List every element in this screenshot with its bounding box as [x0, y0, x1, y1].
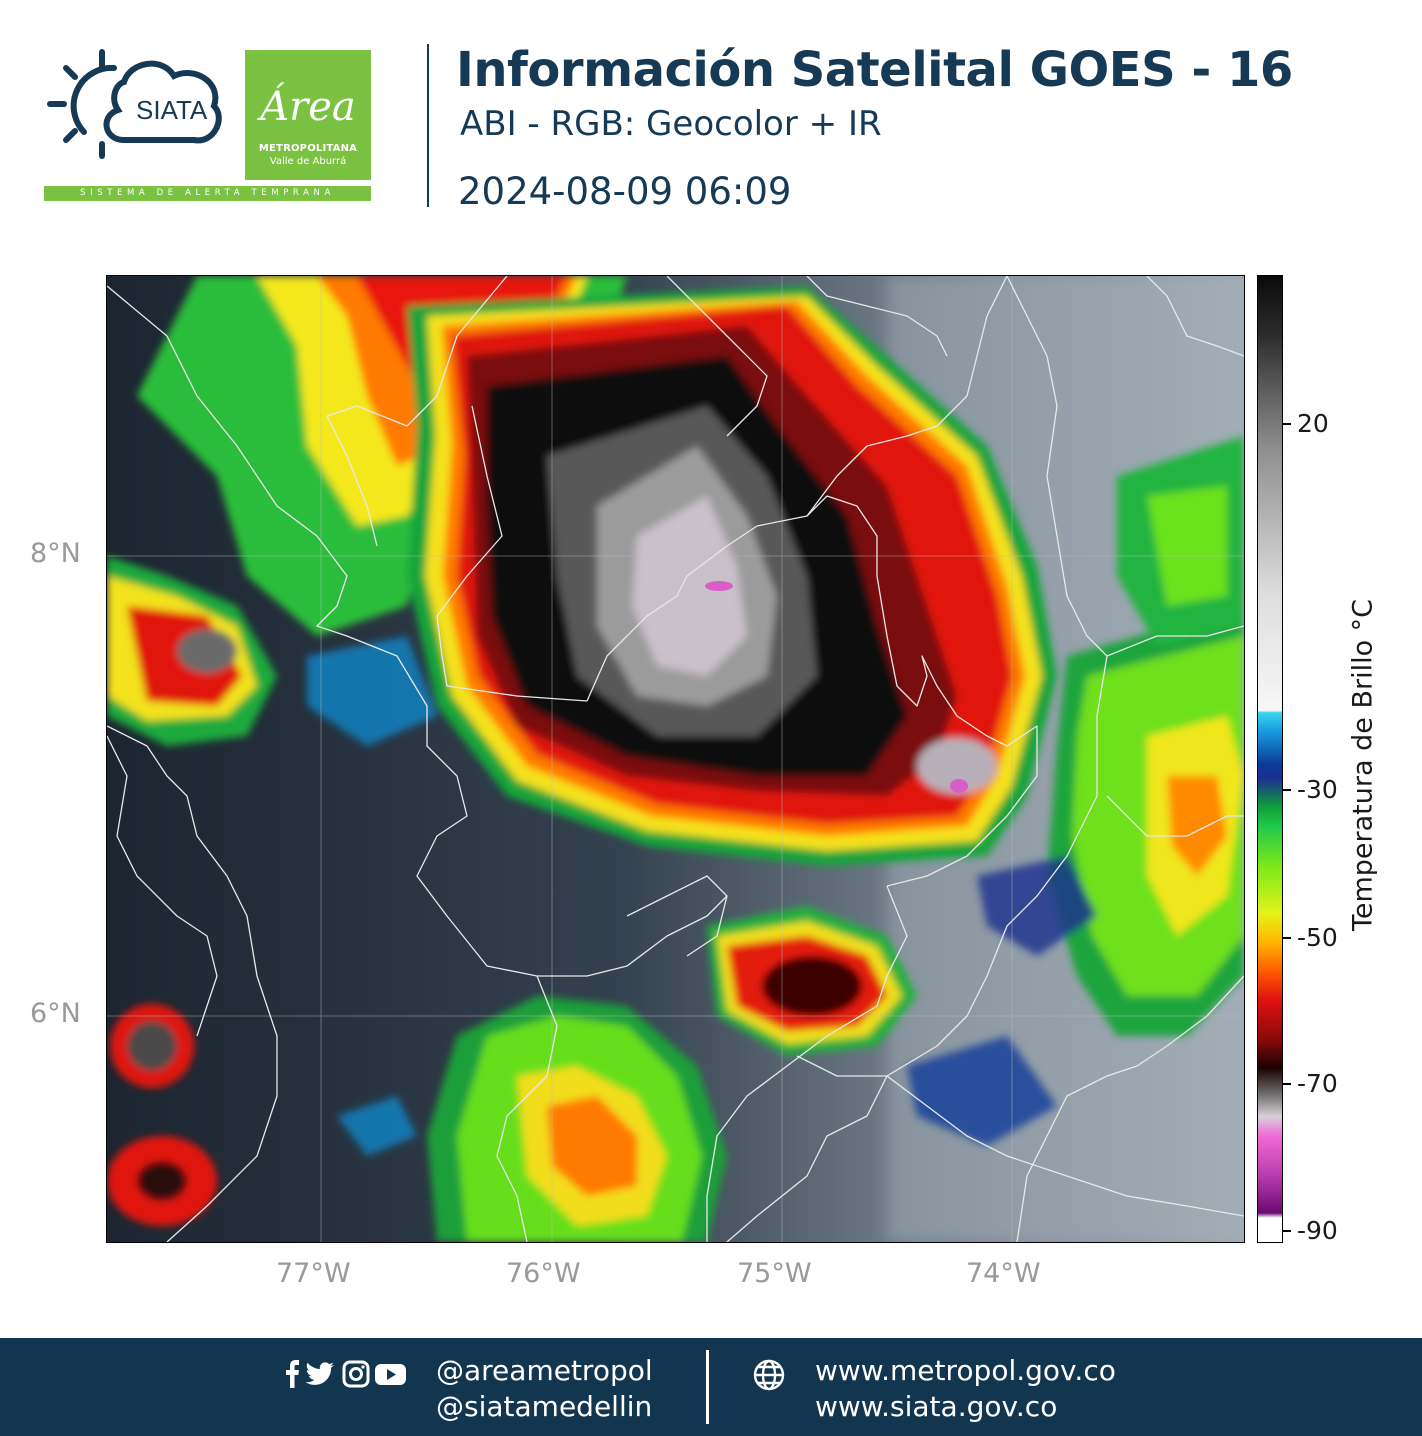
lon-label-74w: 74°W	[966, 1258, 1041, 1289]
satellite-map	[106, 275, 1245, 1243]
colorbar-label-m90: -90	[1297, 1216, 1338, 1245]
colorbar-tick	[1283, 423, 1291, 425]
colorbar	[1257, 275, 1283, 1243]
colorbar-label-m50: -50	[1297, 923, 1338, 952]
logo-tagline: SISTEMA DE ALERTA TEMPRANA	[44, 186, 371, 201]
area-logo-line1: METROPOLITANA	[258, 143, 358, 154]
handle-areametropol[interactable]: @areametropol	[436, 1354, 653, 1387]
lon-label-77w: 77°W	[276, 1258, 351, 1289]
image-datetime: 2024-08-09 06:09	[458, 170, 792, 213]
youtube-icon[interactable]	[375, 1364, 406, 1385]
colorbar-label-m30: -30	[1297, 775, 1338, 804]
lat-label-8n: 8°N	[30, 538, 81, 569]
area-logo-script: Área	[260, 84, 356, 130]
colorbar-tick	[1283, 1083, 1291, 1085]
area-logo-line2: Valle de Aburrá	[269, 156, 347, 167]
lat-label-6n: 6°N	[30, 998, 81, 1029]
colorbar-tick	[1283, 937, 1291, 939]
lon-label-75w: 75°W	[737, 1258, 812, 1289]
facebook-icon[interactable]	[286, 1360, 299, 1388]
social-icons	[286, 1360, 406, 1388]
lon-label-76w: 76°W	[506, 1258, 581, 1289]
siata-logo: SIATA	[47, 49, 222, 159]
area-metropolitana-logo: Área METROPOLITANA Valle de Aburrá	[245, 50, 371, 180]
colorbar-tick	[1283, 1230, 1291, 1232]
footer-divider	[706, 1350, 709, 1424]
page-subtitle: ABI - RGB: Geocolor + IR	[460, 104, 882, 144]
globe-icon	[753, 1359, 785, 1391]
siata-logo-text: SIATA	[136, 95, 208, 125]
colorbar-label-20: 20	[1297, 409, 1329, 438]
colorbar-label-m70: -70	[1297, 1069, 1338, 1098]
satellite-image	[107, 276, 1244, 1242]
header-divider	[427, 44, 429, 207]
footer	[0, 1338, 1422, 1436]
instagram-icon[interactable]	[342, 1360, 370, 1388]
colorbar-tick	[1283, 789, 1291, 791]
website-metropol[interactable]: www.metropol.gov.co	[815, 1354, 1116, 1387]
website-siata[interactable]: www.siata.gov.co	[815, 1390, 1057, 1423]
handle-siatamedellin[interactable]: @siatamedellin	[436, 1390, 652, 1423]
twitter-icon[interactable]	[305, 1362, 334, 1385]
page-title: Información Satelital GOES - 16	[456, 42, 1293, 98]
colorbar-title: Temperatura de Brillo °C	[1347, 598, 1379, 932]
